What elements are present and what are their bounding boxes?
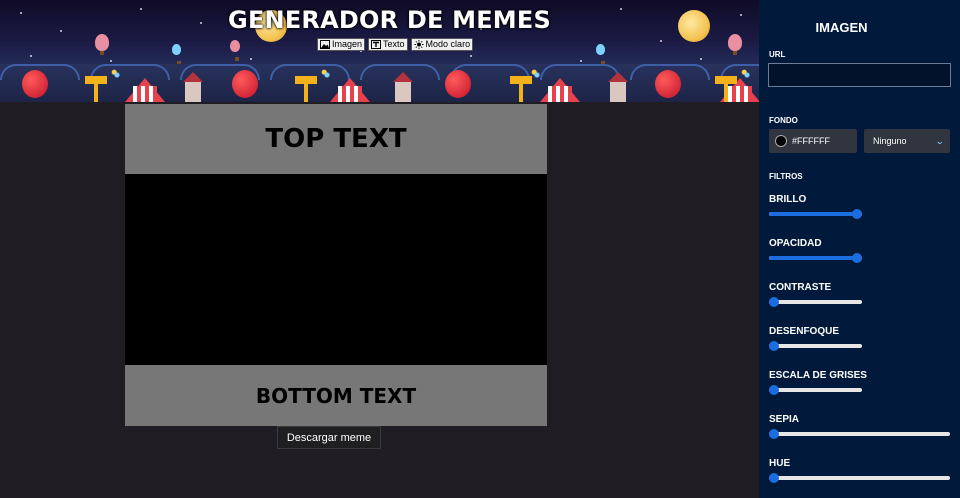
chevron-down-icon: ⌄ bbox=[935, 135, 946, 146]
fairground-skyline bbox=[0, 64, 759, 102]
balloon-decoration bbox=[95, 34, 109, 55]
nav-text-label: Texto bbox=[383, 39, 405, 49]
lights-decoration bbox=[530, 68, 544, 82]
slider-track bbox=[769, 476, 950, 480]
hot-air-balloon-decoration bbox=[655, 70, 681, 98]
slider-thumb[interactable] bbox=[852, 253, 862, 263]
lights-decoration bbox=[320, 68, 334, 82]
house-decoration bbox=[393, 72, 413, 102]
filter-label: ESCALA DE GRISES bbox=[769, 370, 867, 381]
carousel-decoration bbox=[715, 76, 737, 102]
filtros-label: FILTROS bbox=[769, 172, 803, 181]
slider-track bbox=[769, 300, 862, 304]
filter-slider[interactable] bbox=[769, 429, 950, 439]
nav-theme-button[interactable]: Modo claro bbox=[410, 38, 474, 51]
meme-top-text: TOP TEXT bbox=[125, 104, 547, 174]
slider-thumb[interactable] bbox=[769, 429, 779, 439]
star-decoration bbox=[30, 55, 32, 57]
filter-slider[interactable] bbox=[769, 341, 862, 351]
filter-slider[interactable] bbox=[769, 253, 862, 263]
nav-text-button[interactable]: Texto bbox=[368, 38, 408, 51]
color-swatch bbox=[775, 135, 787, 147]
nav-theme-label: Modo claro bbox=[425, 39, 471, 49]
sun-icon bbox=[414, 40, 424, 49]
filter-label: HUE bbox=[769, 458, 791, 469]
nav-image-label: Imagen bbox=[332, 39, 363, 49]
house-decoration bbox=[608, 72, 628, 102]
filter-label: DESENFOQUE bbox=[769, 326, 840, 337]
background-color-picker[interactable]: #FFFFFF bbox=[769, 129, 857, 153]
balloon-decoration bbox=[172, 44, 181, 65]
filter-label: SEPIA bbox=[769, 414, 800, 425]
slider-thumb[interactable] bbox=[769, 297, 779, 307]
balloon-decoration bbox=[728, 34, 742, 55]
lights-decoration bbox=[740, 68, 754, 82]
slider-track bbox=[769, 388, 862, 392]
filter-slider[interactable] bbox=[769, 385, 862, 395]
filter-slider[interactable] bbox=[769, 297, 862, 307]
panel-title: IMAGEN bbox=[815, 20, 868, 35]
house-decoration bbox=[183, 72, 203, 102]
star-decoration bbox=[250, 58, 252, 60]
filter-label: BRILLO bbox=[769, 194, 807, 205]
download-meme-button[interactable]: Descargar meme bbox=[277, 426, 381, 449]
lights-decoration bbox=[110, 68, 124, 82]
header-nav: Imagen Texto Modo claro bbox=[317, 38, 474, 51]
slider-thumb[interactable] bbox=[852, 209, 862, 219]
star-decoration bbox=[110, 60, 112, 62]
slider-track bbox=[769, 344, 862, 348]
filter-label: CONTRASTE bbox=[769, 282, 832, 293]
header-banner: GENERADOR DE MEMES Imagen Texto Modo cla… bbox=[0, 0, 759, 102]
carousel-decoration bbox=[295, 76, 317, 102]
url-input[interactable] bbox=[768, 63, 951, 87]
star-decoration bbox=[470, 55, 472, 57]
star-decoration bbox=[700, 58, 702, 60]
image-icon bbox=[320, 40, 330, 49]
balloon-decoration bbox=[596, 44, 605, 65]
url-label: URL bbox=[769, 50, 786, 59]
meme-canvas: TOP TEXT BOTTOM TEXT bbox=[125, 104, 547, 426]
slider-thumb[interactable] bbox=[769, 385, 779, 395]
meme-bottom-text: BOTTOM TEXT bbox=[125, 365, 547, 426]
image-settings-panel: IMAGEN URL FONDO #FFFFFF Ninguno ⌄ FILTR… bbox=[759, 0, 960, 498]
carousel-decoration bbox=[510, 76, 532, 102]
hot-air-balloon-decoration bbox=[22, 70, 48, 98]
slider-fill bbox=[769, 212, 857, 216]
filter-slider[interactable] bbox=[769, 209, 862, 219]
filter-label: OPACIDAD bbox=[769, 238, 822, 249]
star-decoration bbox=[580, 60, 582, 62]
balloon-decoration bbox=[230, 40, 240, 61]
blend-mode-value: Ninguno bbox=[873, 136, 907, 146]
color-value: #FFFFFF bbox=[792, 136, 830, 146]
circus-tent-decoration bbox=[125, 78, 165, 102]
blend-mode-select[interactable]: Ninguno ⌄ bbox=[864, 129, 950, 153]
hot-air-balloon-decoration bbox=[445, 70, 471, 98]
hot-air-balloon-decoration bbox=[232, 70, 258, 98]
nav-image-button[interactable]: Imagen bbox=[317, 38, 366, 51]
filter-slider[interactable] bbox=[769, 473, 950, 483]
slider-track bbox=[769, 432, 950, 436]
circus-tent-decoration bbox=[330, 78, 370, 102]
carousel-decoration bbox=[85, 76, 107, 102]
page-title: GENERADOR DE MEMES bbox=[228, 6, 551, 34]
slider-thumb[interactable] bbox=[769, 341, 779, 351]
circus-tent-decoration bbox=[540, 78, 580, 102]
slider-fill bbox=[769, 256, 857, 260]
fondo-label: FONDO bbox=[769, 116, 798, 125]
star-decoration bbox=[660, 40, 662, 42]
slider-thumb[interactable] bbox=[769, 473, 779, 483]
text-icon bbox=[371, 40, 382, 49]
meme-image bbox=[125, 174, 547, 365]
